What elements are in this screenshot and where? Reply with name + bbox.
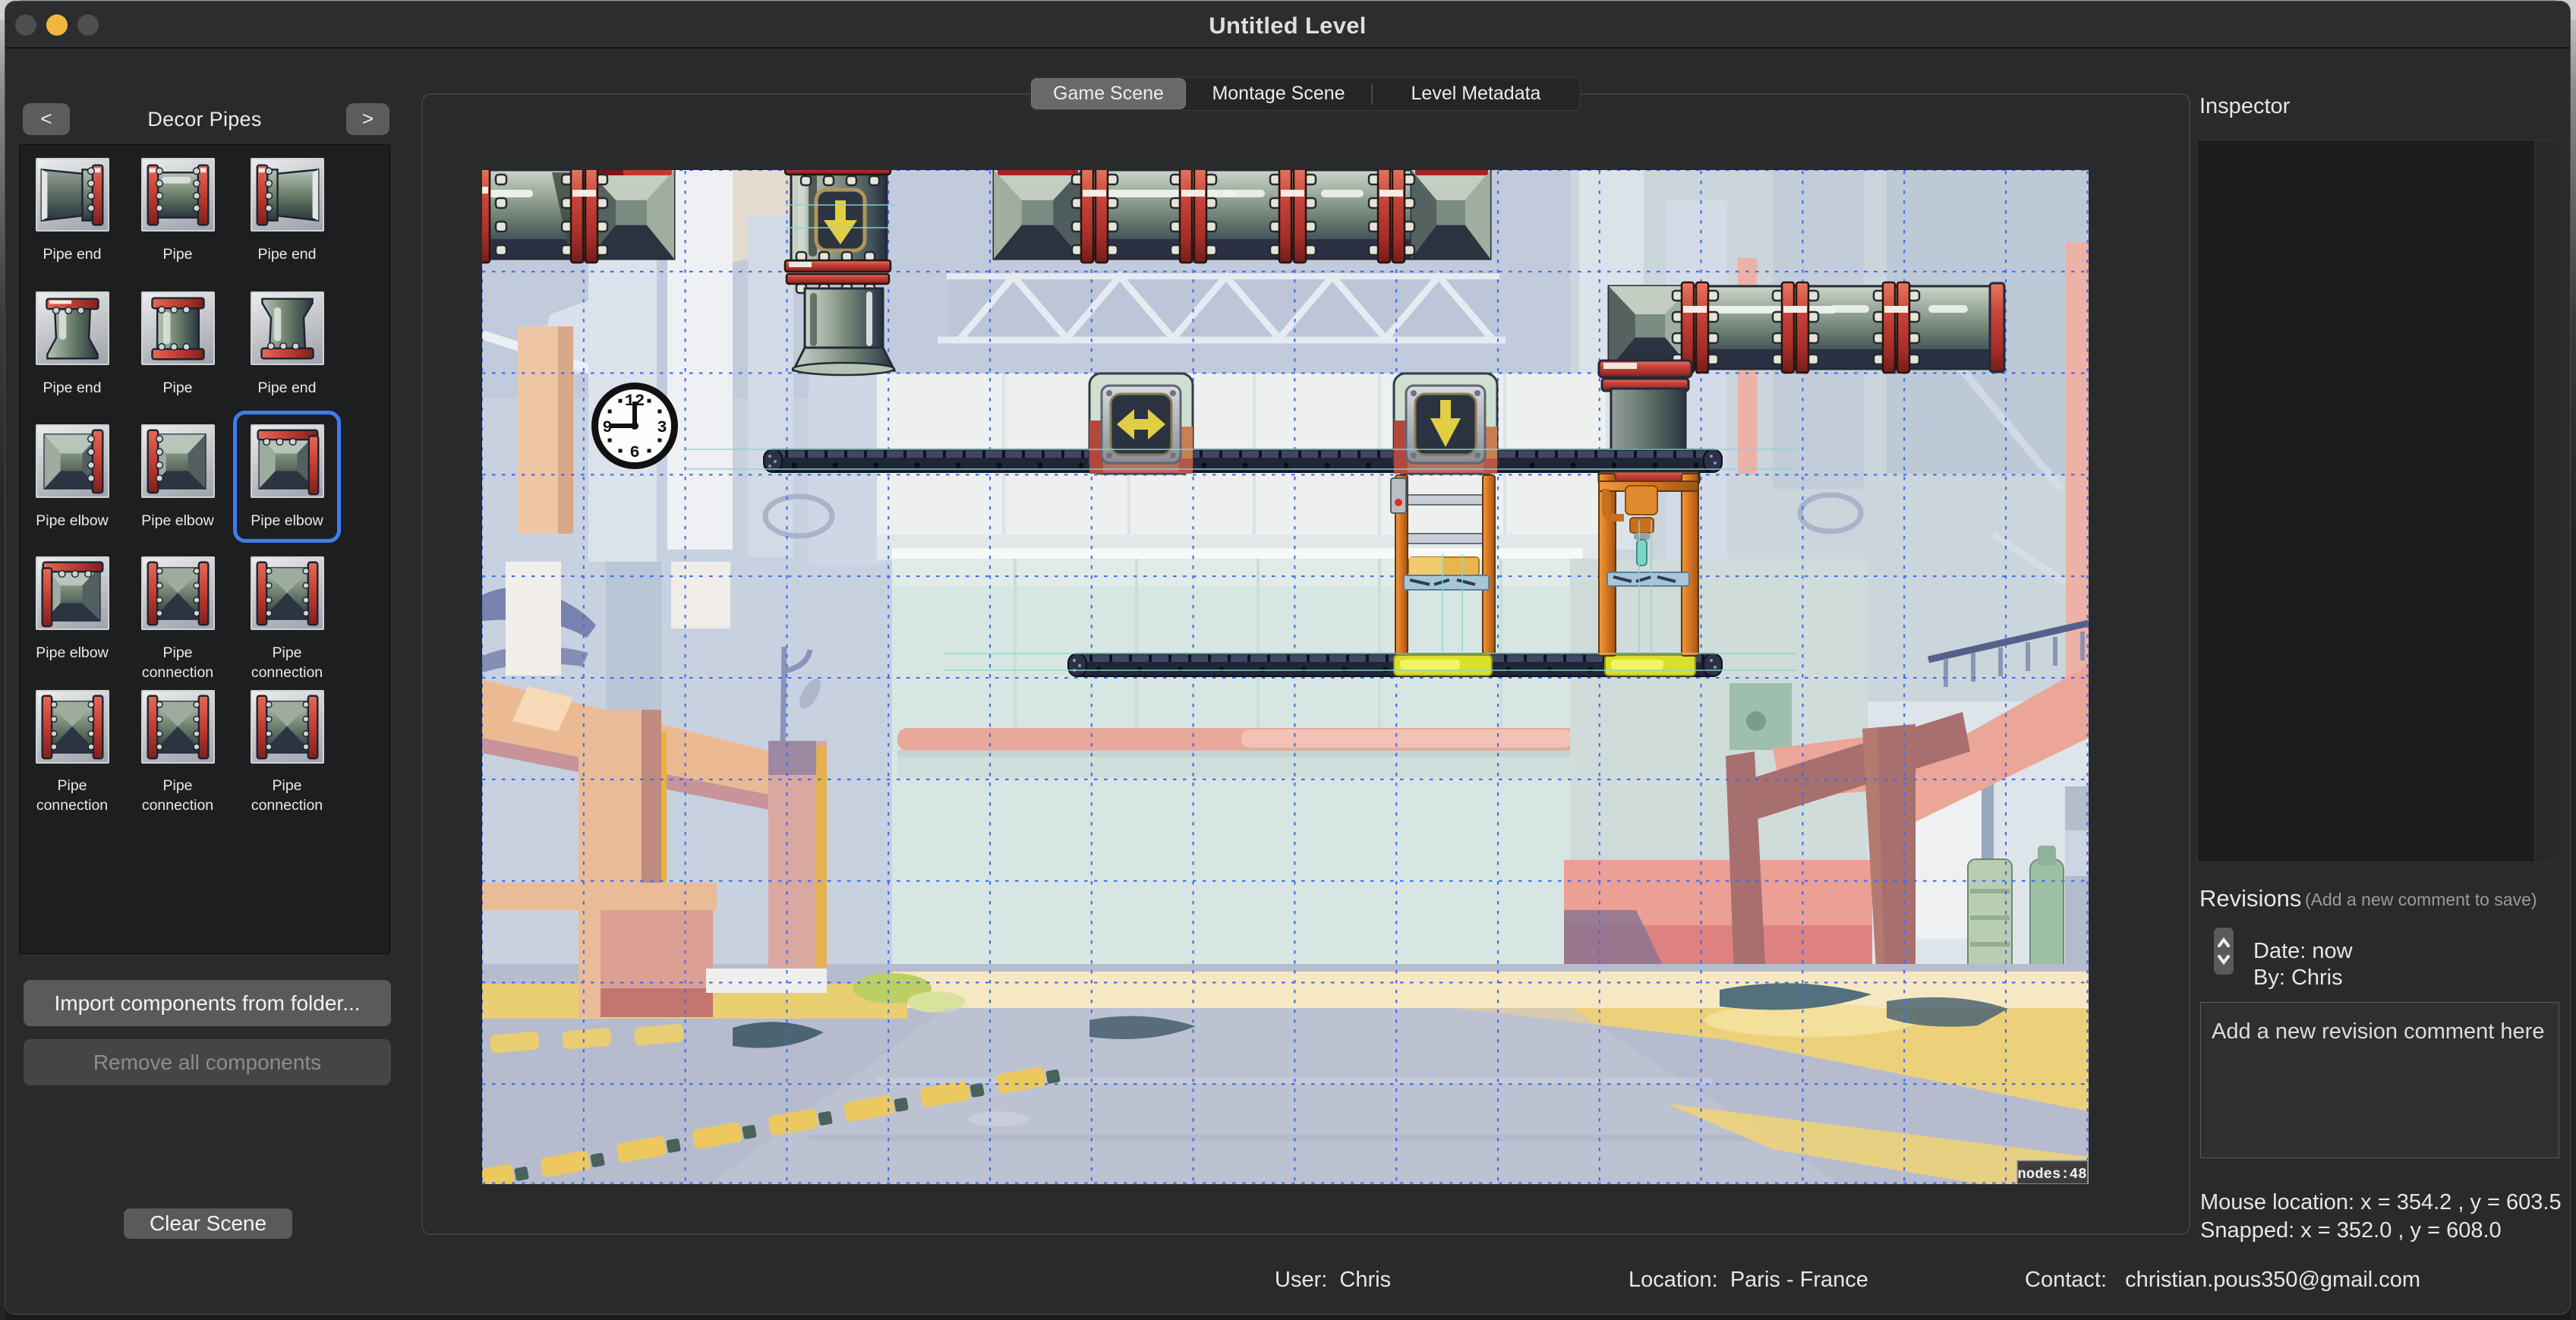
svg-text:nodes:48: nodes:48 [2017, 1166, 2086, 1183]
svg-text:3: 3 [657, 418, 667, 437]
svg-text:6: 6 [629, 443, 639, 462]
